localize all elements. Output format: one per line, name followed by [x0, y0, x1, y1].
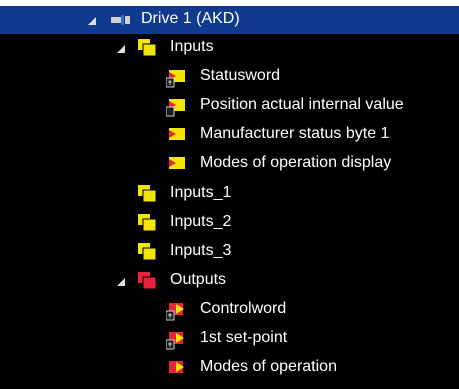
tree-node-label: 1st set-point	[200, 329, 288, 346]
expanded-arrow-icon[interactable]	[88, 17, 96, 25]
output-var-icon	[169, 361, 184, 373]
tree-node-label: Controlword	[200, 300, 287, 317]
tree-node-label: Inputs_1	[170, 184, 232, 201]
input-var-linked-icon	[166, 70, 185, 88]
input-folder-icon	[138, 214, 157, 232]
expanded-arrow-icon[interactable]	[117, 45, 125, 53]
tree-node-label: Statusword	[200, 67, 281, 84]
tree-node-set-point[interactable]: 1st set-point	[0, 325, 459, 353]
drive-icon	[111, 15, 130, 25]
tree-node-label: Position actual internal value	[200, 96, 404, 113]
io-tree-view: Drive 1 (AKD) Inputs Statusword Position…	[0, 0, 459, 389]
tree-node-label: Manufacturer status byte 1	[200, 125, 390, 142]
tree-node-label: Modes of operation display	[200, 154, 392, 171]
tree-node-label: Outputs	[170, 271, 227, 288]
tree-node-controlword[interactable]: Controlword	[0, 296, 459, 324]
tree-node-label: Inputs_2	[170, 213, 232, 230]
tree-node-drive[interactable]: Drive 1 (AKD)	[0, 6, 459, 34]
output-folder-icon	[138, 272, 157, 290]
output-var-linked-icon	[166, 332, 184, 350]
tree-node-outputs[interactable]: Outputs	[0, 267, 459, 295]
tree-node-manufacturer-status[interactable]: Manufacturer status byte 1	[0, 121, 459, 149]
input-var-icon	[169, 157, 185, 169]
expanded-arrow-icon[interactable]	[117, 278, 125, 286]
tree-node-modes-of-operation[interactable]: Modes of operation	[0, 354, 459, 382]
tree-node-label: Drive 1 (AKD)	[141, 10, 240, 27]
input-folder-icon	[138, 185, 157, 203]
input-var-icon	[166, 99, 185, 117]
tree-node-inputs[interactable]: Inputs	[0, 34, 459, 62]
input-var-icon	[169, 128, 185, 140]
tree-node-label: Modes of operation	[200, 358, 337, 375]
tree-node-modes-display[interactable]: Modes of operation display	[0, 150, 459, 178]
tree-node-label: Inputs	[170, 38, 214, 55]
tree-node-position-actual[interactable]: Position actual internal value	[0, 92, 459, 120]
input-folder-icon	[138, 39, 157, 57]
tree-node-inputs-3[interactable]: Inputs_3	[0, 238, 459, 266]
tree-node-inputs-2[interactable]: Inputs_2	[0, 209, 459, 237]
tree-node-label: Inputs_3	[170, 242, 232, 259]
tree-node-inputs-1[interactable]: Inputs_1	[0, 180, 459, 208]
output-var-linked-icon	[166, 303, 184, 321]
tree-node-statusword[interactable]: Statusword	[0, 63, 459, 91]
input-folder-icon	[138, 243, 157, 261]
